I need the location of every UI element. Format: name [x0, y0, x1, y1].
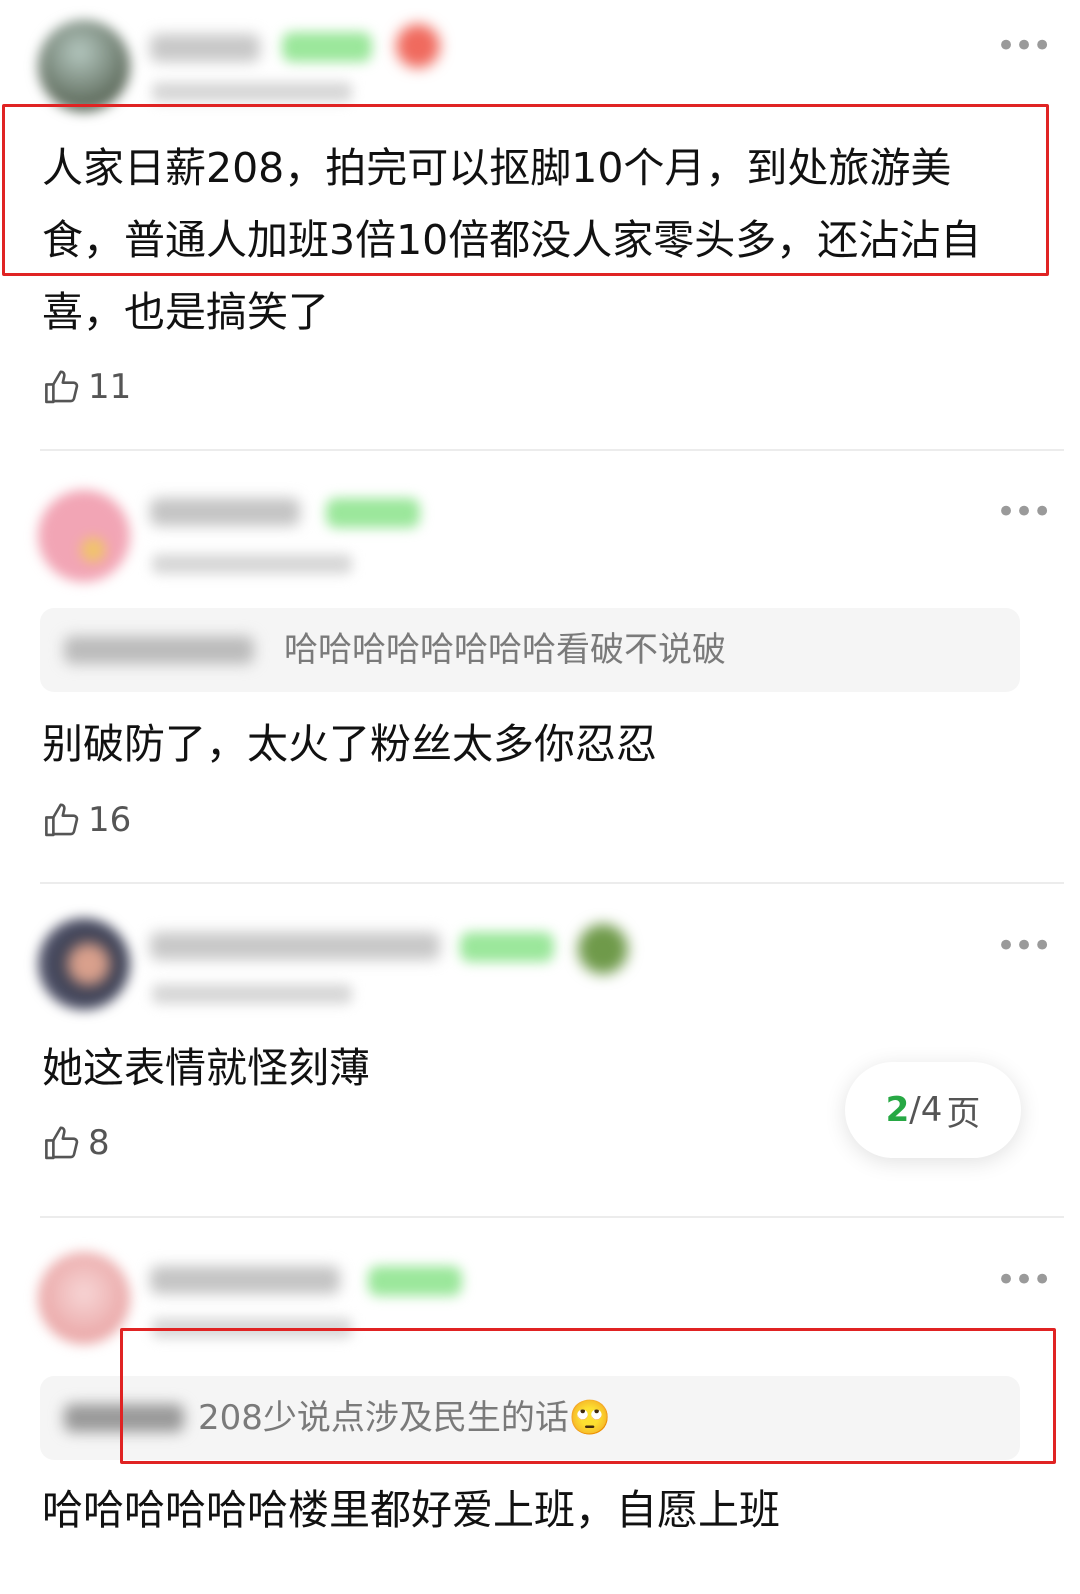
- more-dots-icon[interactable]: •••: [996, 1263, 1052, 1297]
- page-separator: /: [909, 1090, 921, 1130]
- more-dots-icon[interactable]: •••: [996, 929, 1052, 963]
- like-count: 8: [88, 1123, 110, 1163]
- highlight-box: [2, 104, 1049, 276]
- user-badge: [282, 32, 372, 62]
- username[interactable]: [150, 932, 440, 960]
- like-button[interactable]: 16: [42, 797, 131, 843]
- username[interactable]: [150, 498, 300, 526]
- quoted-text: 哈哈哈哈哈哈哈哈看破不说破: [284, 630, 726, 670]
- comment-meta: [152, 554, 352, 574]
- user-badge: [368, 1266, 462, 1296]
- avatar[interactable]: [38, 918, 130, 1010]
- page-unit: 页: [946, 1093, 981, 1134]
- comment-meta: [152, 984, 352, 1004]
- quoted-username: [64, 636, 254, 664]
- like-count: 16: [88, 800, 132, 840]
- comment-text: 别破防了，太火了粉丝太多你忍忍: [42, 720, 657, 768]
- user-badge: [326, 498, 420, 528]
- more-dots-icon[interactable]: •••: [996, 495, 1052, 529]
- thumb-up-icon: [45, 803, 79, 837]
- like-count: 11: [88, 367, 132, 407]
- more-dots-icon[interactable]: •••: [996, 29, 1052, 63]
- avatar[interactable]: [38, 1252, 130, 1344]
- quoted-reply[interactable]: 哈哈哈哈哈哈哈哈看破不说破: [40, 608, 1020, 692]
- badge-icon: [396, 24, 440, 68]
- avatar[interactable]: [38, 490, 130, 582]
- like-button[interactable]: 8: [42, 1120, 110, 1166]
- thumb-up-icon: [45, 370, 79, 404]
- username[interactable]: [150, 34, 260, 62]
- highlight-box: [120, 1328, 1056, 1464]
- username[interactable]: [150, 1266, 340, 1294]
- comment-text: 哈哈哈哈哈哈楼里都好爱上班，自愿上班: [42, 1486, 780, 1534]
- comment-3: ••• 她这表情就怪刻薄 8: [0, 884, 1080, 1216]
- user-badge: [460, 932, 554, 962]
- comment-2: ••• 哈哈哈哈哈哈哈哈看破不说破 别破防了，太火了粉丝太多你忍忍 16: [0, 450, 1080, 882]
- like-button[interactable]: 11: [42, 364, 131, 410]
- thumb-up-icon: [45, 1126, 79, 1160]
- comment-meta: [152, 82, 352, 102]
- page-current: 2: [885, 1090, 910, 1130]
- avatar[interactable]: [38, 20, 130, 112]
- page-indicator[interactable]: 2 / 4 页: [845, 1062, 1021, 1158]
- badge-icon: [578, 924, 628, 974]
- page-total: 4: [920, 1090, 943, 1130]
